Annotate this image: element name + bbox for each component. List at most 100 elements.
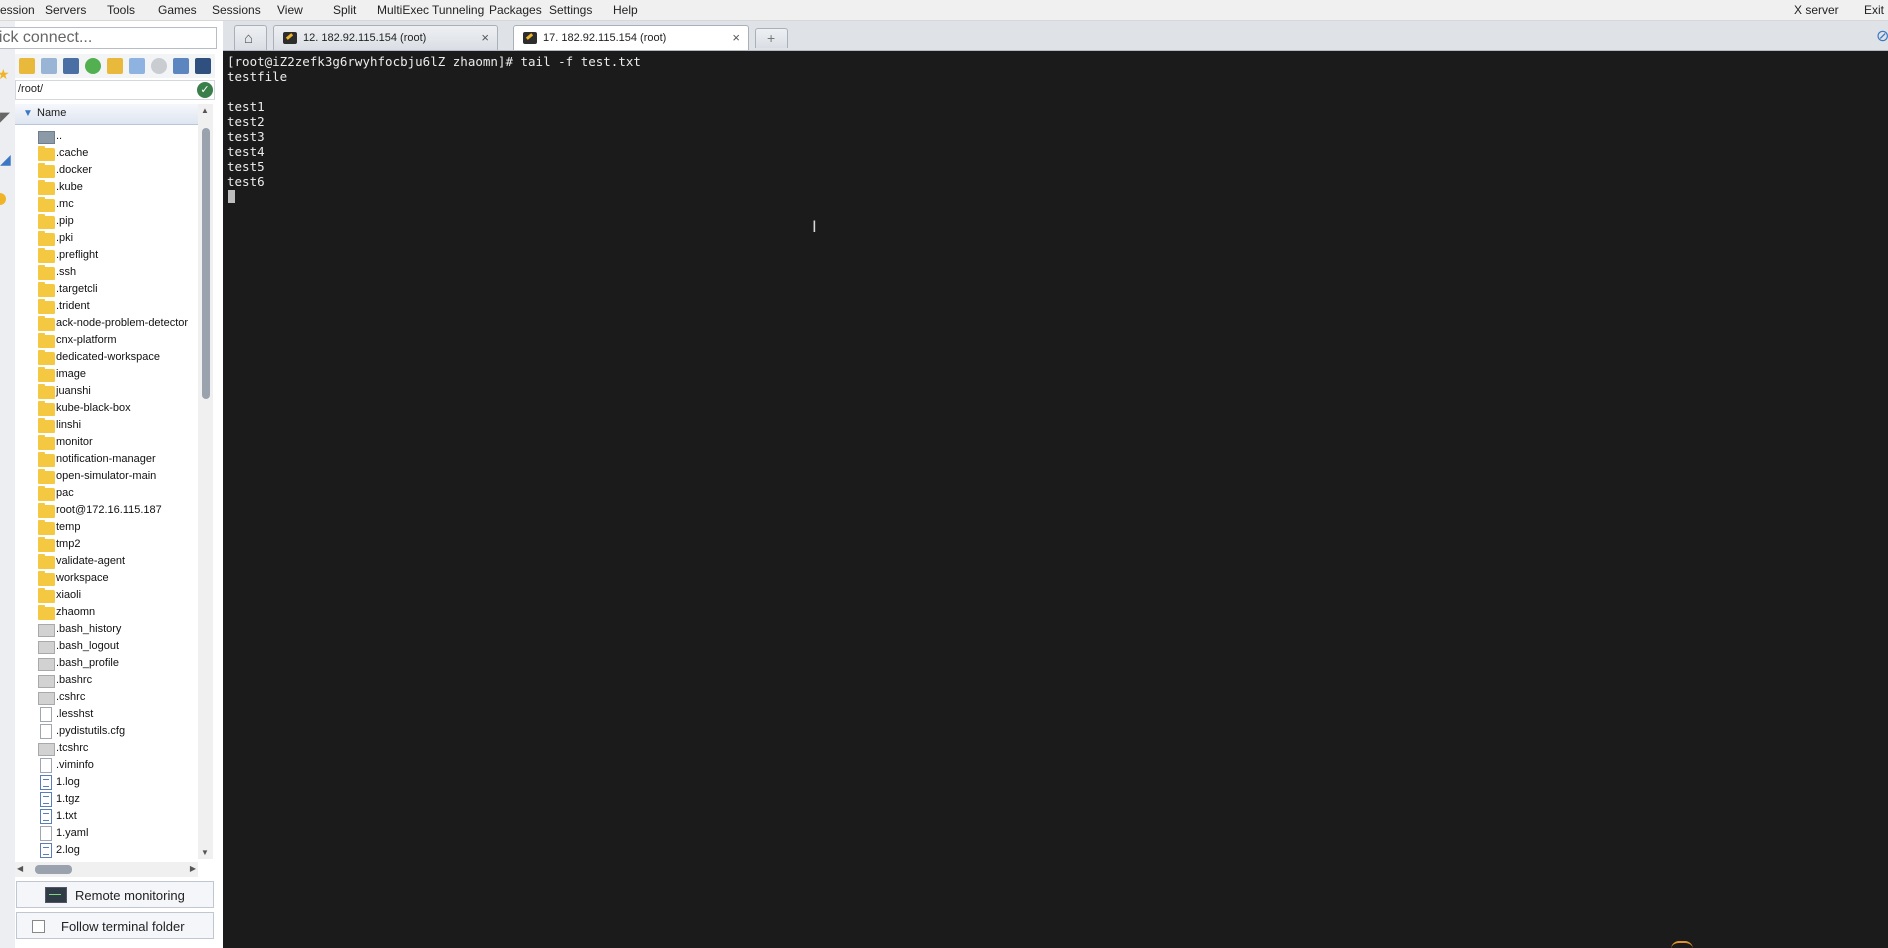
new-folder-icon[interactable] (107, 58, 123, 74)
file-row[interactable]: dedicated-workspace (15, 349, 198, 366)
path-text[interactable]: /root/ (18, 83, 43, 95)
file-row[interactable]: .trident (15, 298, 198, 315)
menu-help[interactable]: Help (613, 3, 638, 17)
file-row[interactable]: .cache (15, 145, 198, 162)
menu-x-server[interactable]: X server (1794, 3, 1839, 17)
upload-icon[interactable] (63, 58, 79, 74)
file-row[interactable]: .mc (15, 196, 198, 213)
file-row[interactable]: .pydistutils.cfg (15, 723, 198, 740)
remote-monitoring-button[interactable]: Remote monitoring (16, 881, 214, 908)
file-row[interactable]: image (15, 366, 198, 383)
file-row[interactable]: validate-agent (15, 553, 198, 570)
file-row[interactable]: 1.tgz (15, 791, 198, 808)
refresh-icon[interactable] (85, 58, 101, 74)
file-list-horizontal-scrollbar[interactable]: ◀ ▶ (15, 862, 198, 877)
tab-session-17[interactable]: 17. 182.92.115.154 (root) × (513, 25, 749, 50)
file-list-vertical-scrollbar[interactable]: ▲ ▼ (198, 104, 213, 859)
file-row[interactable]: .ssh (15, 264, 198, 281)
tab-session-12[interactable]: 12. 182.92.115.154 (root) × (273, 25, 498, 50)
arrow-icon[interactable]: ◤ (0, 109, 10, 125)
file-row[interactable]: .bash_profile (15, 655, 198, 672)
file-row[interactable]: .bashrc (15, 672, 198, 689)
menu-split[interactable]: Split (333, 3, 356, 17)
menu-games[interactable]: Games (158, 3, 197, 17)
download-icon[interactable] (41, 58, 57, 74)
bookmark-icon[interactable] (173, 58, 189, 74)
file-row[interactable]: pac (15, 485, 198, 502)
parent-folder-icon[interactable] (19, 58, 35, 74)
file-row[interactable]: .pki (15, 230, 198, 247)
file-row[interactable]: open-simulator-main (15, 468, 198, 485)
terminal[interactable]: [root@iZ2zefk3g6rwyhfocbju6lZ zhaomn]# t… (223, 51, 1888, 948)
file-row[interactable]: linshi (15, 417, 198, 434)
follow-terminal-folder-button[interactable]: Follow terminal folder (16, 912, 214, 939)
menu-sessions[interactable]: Sessions (212, 3, 261, 17)
file-row[interactable]: .lesshst (15, 706, 198, 723)
file-row[interactable]: .cshrc (15, 689, 198, 706)
file-row[interactable]: .bash_history (15, 621, 198, 638)
file-row[interactable]: notification-manager (15, 451, 198, 468)
file-name: .bash_history (56, 623, 122, 635)
check-icon[interactable]: ✓ (197, 82, 213, 98)
close-icon[interactable]: × (481, 30, 489, 45)
scroll-left-icon[interactable]: ◀ (17, 864, 23, 873)
menu-tools[interactable]: Tools (107, 3, 135, 17)
menu-settings[interactable]: Settings (549, 3, 592, 17)
menu-servers[interactable]: Servers (45, 3, 86, 17)
delete-icon[interactable] (151, 58, 167, 74)
file-row[interactable]: .. (15, 128, 198, 145)
home-tab[interactable]: ⌂ (234, 25, 267, 50)
send-icon[interactable]: ◢ (0, 151, 11, 168)
vertical-scroll-thumb[interactable] (202, 128, 210, 399)
folder-icon (38, 163, 55, 178)
path-bar[interactable]: /root/ ✓ (15, 80, 215, 100)
file-row[interactable]: .kube (15, 179, 198, 196)
scroll-right-icon[interactable]: ▶ (190, 864, 196, 873)
follow-folder-checkbox[interactable] (32, 920, 45, 933)
quick-connect-input[interactable] (0, 27, 217, 49)
file-row[interactable]: root@172.16.115.187 (15, 502, 198, 519)
file-row[interactable]: 2.log (15, 842, 198, 859)
file-row[interactable]: monitor (15, 434, 198, 451)
settings-icon[interactable] (195, 58, 211, 74)
file-row[interactable]: ack-node-problem-detector (15, 315, 198, 332)
file-row[interactable]: 1.yaml (15, 825, 198, 842)
file-row[interactable]: .tcshrc (15, 740, 198, 757)
folder-icon (38, 265, 55, 280)
menu-view[interactable]: View (277, 3, 303, 17)
file-row[interactable]: temp (15, 519, 198, 536)
macro-icon[interactable] (0, 193, 6, 205)
file-row[interactable]: zhaomn (15, 604, 198, 621)
file-row[interactable]: .pip (15, 213, 198, 230)
file-row[interactable]: juanshi (15, 383, 198, 400)
file-row[interactable]: tmp2 (15, 536, 198, 553)
scroll-up-icon[interactable]: ▲ (201, 106, 209, 115)
file-row[interactable]: workspace (15, 570, 198, 587)
menu-tunneling[interactable]: Tunneling (432, 3, 484, 17)
new-tab-button[interactable]: + (755, 28, 788, 48)
folder-icon (38, 418, 55, 433)
new-file-icon[interactable] (129, 58, 145, 74)
menu-exit[interactable]: Exit (1864, 3, 1884, 17)
scroll-down-icon[interactable]: ▼ (201, 848, 209, 857)
menu-multiexec[interactable]: MultiExec (377, 3, 429, 17)
file-row[interactable]: 1.log (15, 774, 198, 791)
file-list-header[interactable]: ▼ Name (15, 104, 198, 125)
file-row[interactable]: .preflight (15, 247, 198, 264)
file-row[interactable]: .viminfo (15, 757, 198, 774)
file-row[interactable]: .targetcli (15, 281, 198, 298)
attachment-icon[interactable]: ⊘ (1876, 26, 1888, 46)
file-row[interactable]: xiaoli (15, 587, 198, 604)
file-row[interactable]: cnx-platform (15, 332, 198, 349)
star-icon[interactable]: ★ (0, 66, 10, 83)
horizontal-scroll-thumb[interactable] (35, 865, 72, 874)
tab-label: 12. 182.92.115.154 (root) (303, 32, 427, 44)
file-row[interactable]: .bash_logout (15, 638, 198, 655)
file-row[interactable]: .docker (15, 162, 198, 179)
file-row[interactable]: kube-black-box (15, 400, 198, 417)
menu-packages[interactable]: Packages (489, 3, 542, 17)
file-row[interactable]: 1.txt (15, 808, 198, 825)
menu-session[interactable]: ession (0, 3, 35, 17)
close-icon[interactable]: × (732, 30, 740, 45)
column-name[interactable]: Name (37, 107, 66, 119)
